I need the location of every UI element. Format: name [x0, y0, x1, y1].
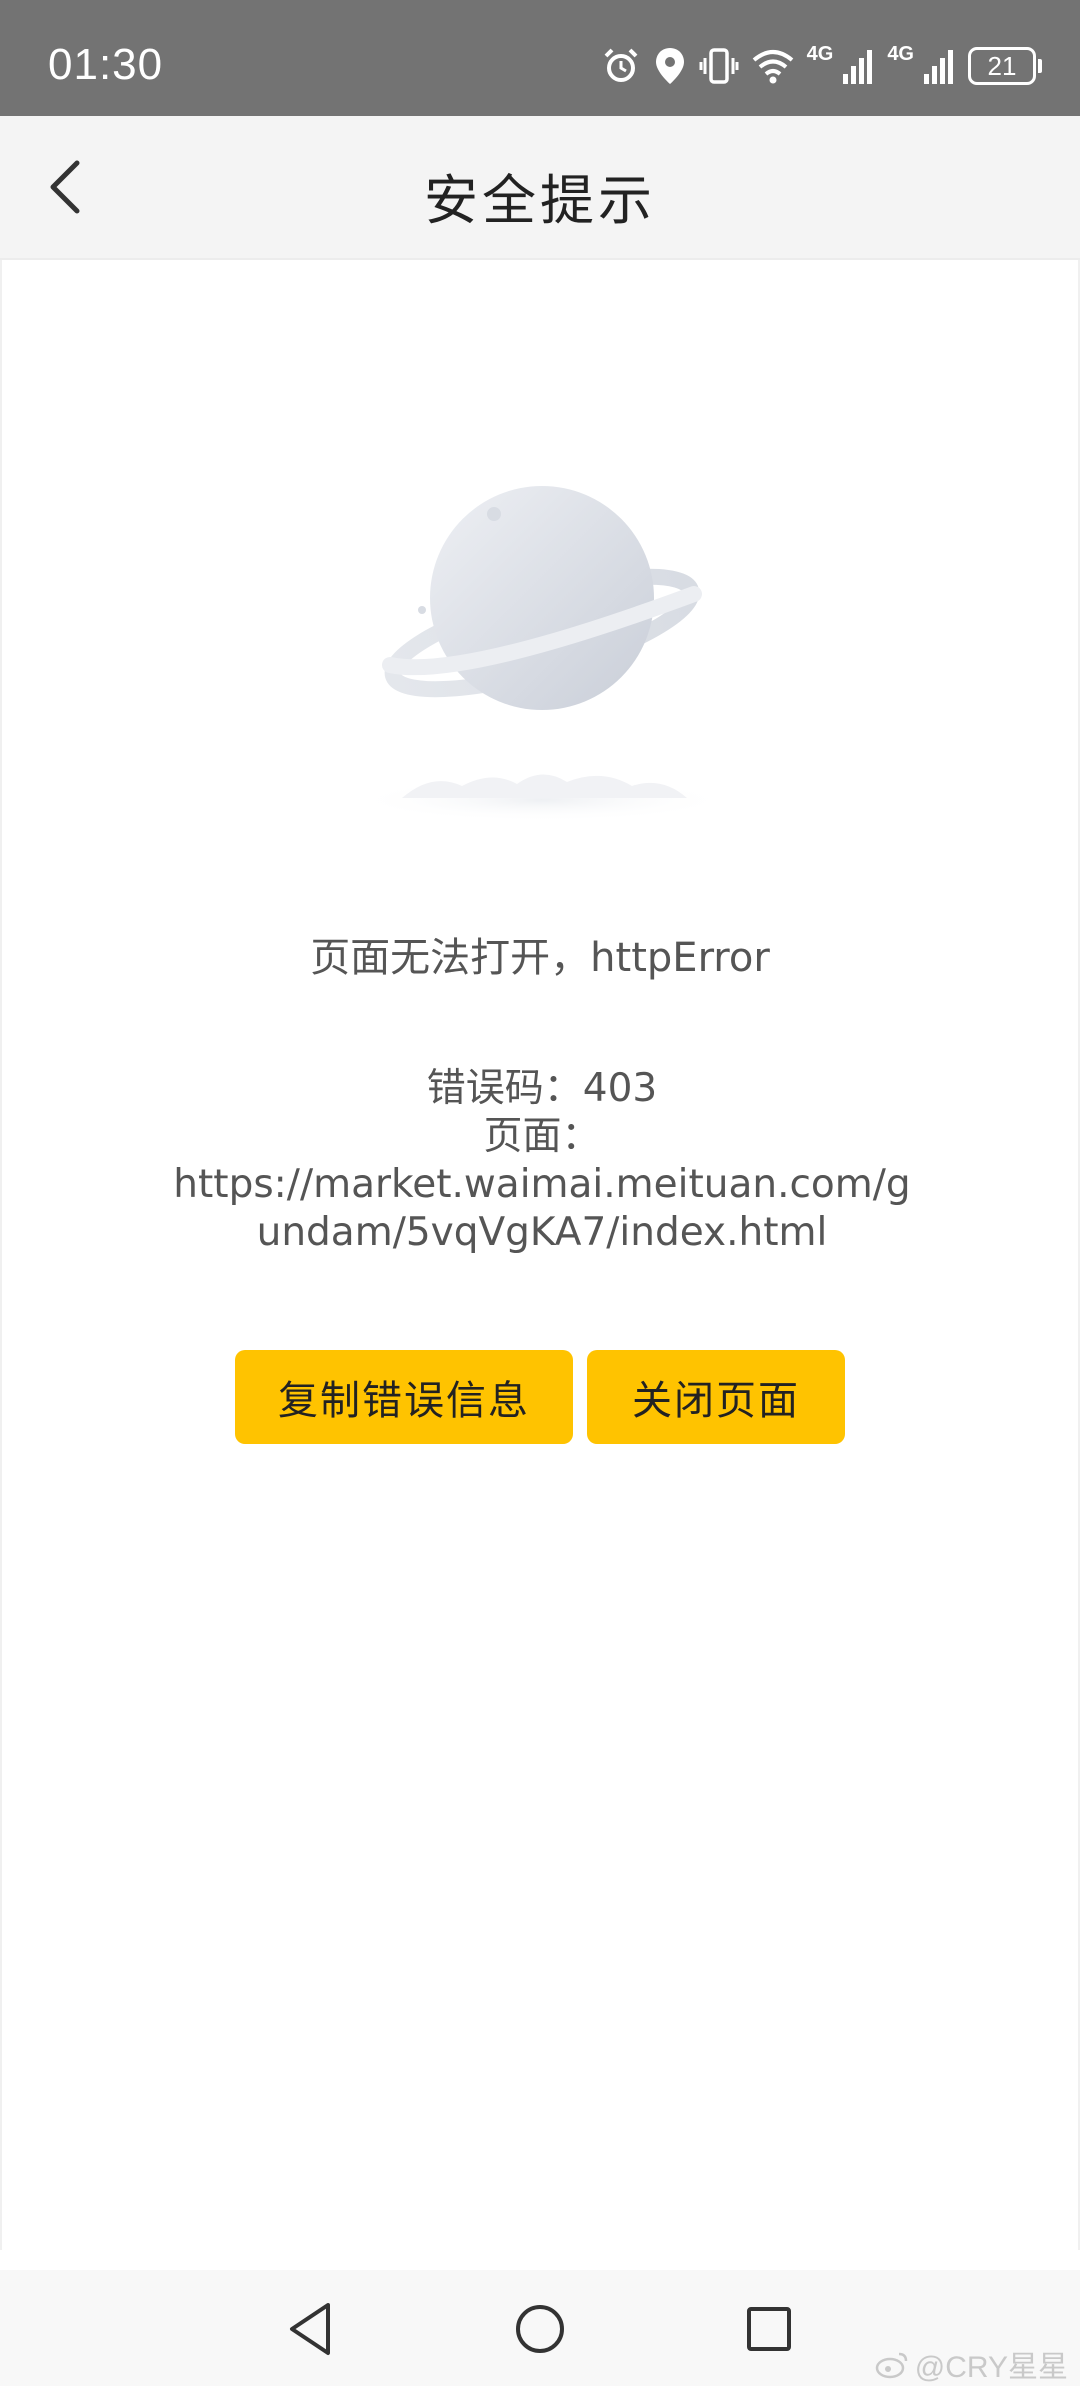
alarm-icon [601, 46, 641, 86]
main-content: 页面无法打开，httpError 错误码：403 页面： https://mar… [0, 260, 1080, 2250]
nav-back-icon [290, 2303, 330, 2355]
wifi-icon [751, 46, 795, 86]
close-page-button[interactable]: 关闭页面 [587, 1350, 845, 1444]
signal-icon [922, 46, 956, 86]
status-time: 01:30 [48, 40, 164, 89]
nav-recents-button[interactable] [734, 2294, 804, 2364]
weibo-icon [875, 2352, 907, 2379]
network-type-label: 4G [806, 42, 834, 65]
copy-error-button[interactable]: 复制错误信息 [235, 1350, 573, 1444]
battery-level: 21 [987, 50, 1017, 81]
watermark: @CRY星星 [875, 2342, 1068, 2386]
status-bar: 01:30 4G 4G 21 [0, 0, 1080, 116]
battery-icon: 21 [968, 47, 1042, 85]
location-icon [653, 46, 687, 86]
page-title: 安全提示 [424, 169, 656, 232]
network-type-label: 4G [887, 42, 914, 65]
signal-icon [841, 46, 875, 86]
nav-home-icon [516, 2305, 564, 2353]
error-message: 页面无法打开，httpError [310, 935, 770, 981]
status-icons: 4G 4G 21 [601, 42, 1042, 88]
planet-illustration [352, 486, 732, 820]
page-url: https://market.waimai.meituan.com/gundam… [173, 1162, 911, 1255]
vibrate-icon [699, 46, 739, 86]
nav-recents-icon [747, 2307, 791, 2351]
nav-home-button[interactable] [505, 2294, 575, 2364]
app-header: 安全提示 [0, 116, 1080, 260]
error-details: 错误码：403 页面： https://market.waimai.meitua… [172, 1065, 912, 1257]
watermark-text: @CRY星星 [914, 2351, 1068, 2384]
error-code: 错误码：403 [426, 1066, 658, 1111]
page-label: 页面： [483, 1114, 601, 1159]
action-buttons: 复制错误信息 关闭页面 [2, 1350, 1078, 1444]
nav-back-button[interactable] [276, 2294, 346, 2364]
